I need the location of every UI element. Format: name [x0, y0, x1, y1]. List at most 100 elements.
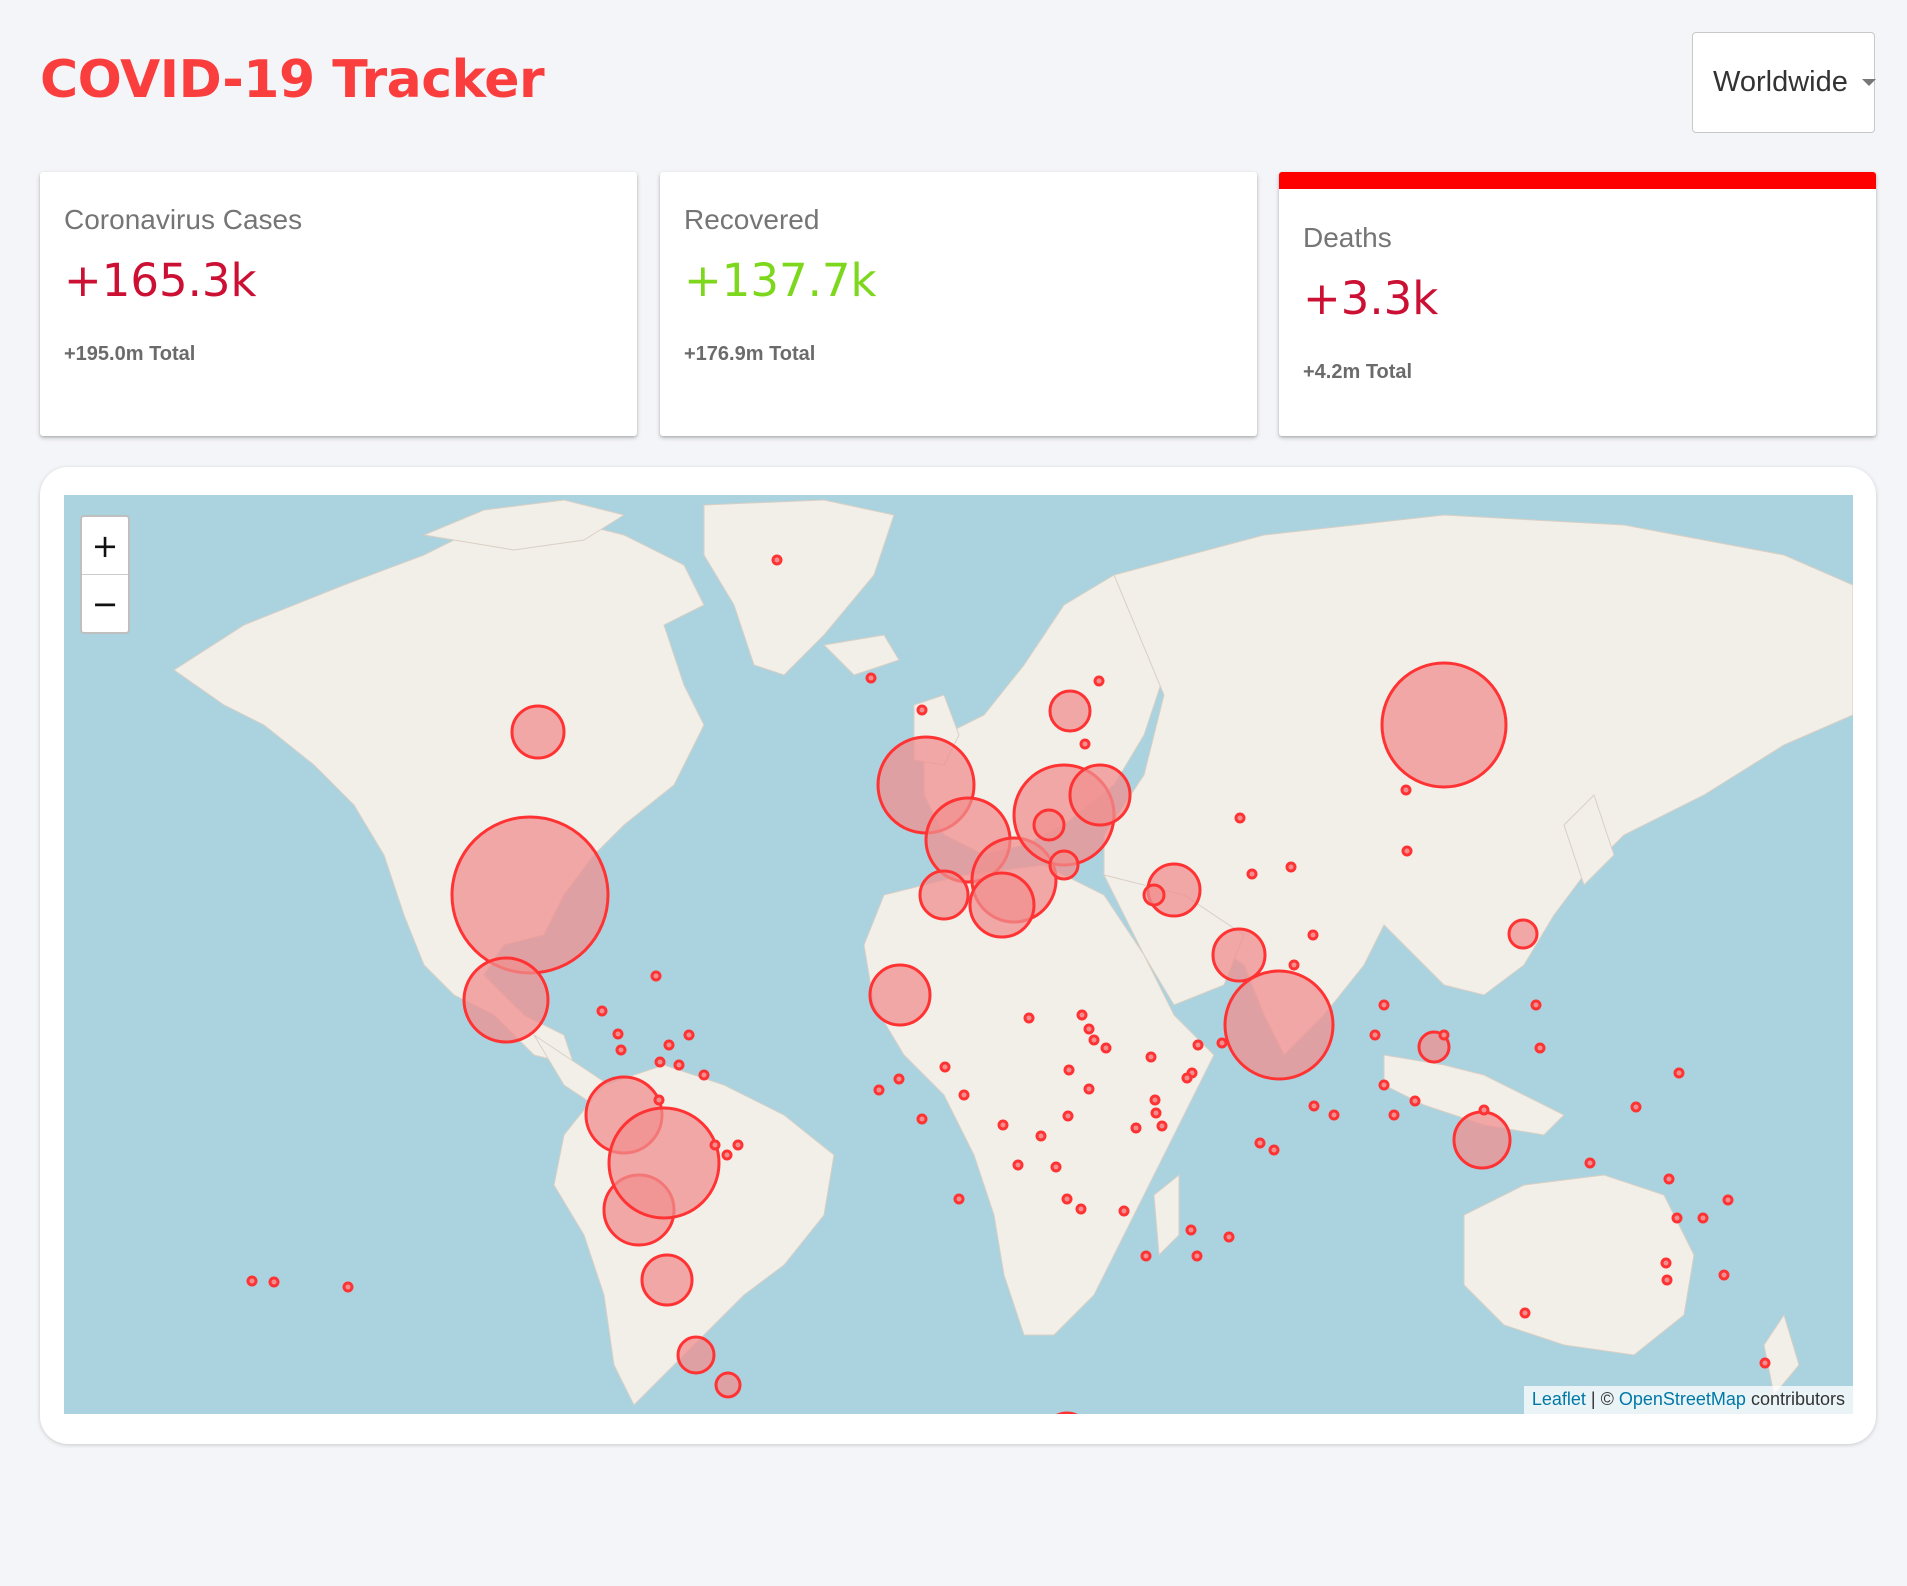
case-dot[interactable]	[1438, 1029, 1450, 1041]
case-dot[interactable]	[1308, 1100, 1320, 1112]
case-dot[interactable]	[1584, 1157, 1596, 1169]
case-dot[interactable]	[1076, 1009, 1088, 1021]
case-dot[interactable]	[1307, 929, 1319, 941]
case-dot[interactable]	[865, 672, 877, 684]
country-select[interactable]: Worldwide	[1692, 32, 1876, 133]
case-dot[interactable]	[771, 554, 783, 566]
case-dot[interactable]	[246, 1275, 258, 1287]
case-circle[interactable]	[1452, 1110, 1512, 1170]
case-dot[interactable]	[612, 1028, 624, 1040]
case-dot[interactable]	[1388, 1109, 1400, 1121]
case-dot[interactable]	[1288, 959, 1300, 971]
case-dot[interactable]	[1063, 1064, 1075, 1076]
case-dot[interactable]	[1223, 1231, 1235, 1243]
case-dot[interactable]	[1083, 1023, 1095, 1035]
case-dot[interactable]	[953, 1193, 965, 1205]
case-circle[interactable]	[1048, 849, 1080, 881]
case-dot[interactable]	[1149, 1094, 1161, 1106]
zoom-out-button[interactable]: −	[82, 575, 128, 632]
case-dot[interactable]	[1061, 1193, 1073, 1205]
case-circle[interactable]	[462, 956, 550, 1044]
recovered-card[interactable]: Recovered +137.7k +176.9m Total	[660, 172, 1257, 436]
case-dot[interactable]	[1722, 1194, 1734, 1206]
case-circle[interactable]	[968, 871, 1036, 939]
case-dot[interactable]	[1268, 1144, 1280, 1156]
case-dot[interactable]	[1012, 1159, 1024, 1171]
case-dot[interactable]	[673, 1059, 685, 1071]
case-circle[interactable]	[1211, 927, 1267, 983]
deaths-card[interactable]: Deaths +3.3k +4.2m Total	[1279, 172, 1876, 436]
case-dot[interactable]	[615, 1044, 627, 1056]
case-dot[interactable]	[342, 1281, 354, 1293]
case-dot[interactable]	[653, 1094, 665, 1106]
case-dot[interactable]	[268, 1276, 280, 1288]
case-circle[interactable]	[918, 869, 970, 921]
case-dot[interactable]	[1660, 1257, 1672, 1269]
case-dot[interactable]	[1075, 1203, 1087, 1215]
case-dot[interactable]	[1285, 861, 1297, 873]
case-circle[interactable]	[607, 1106, 721, 1220]
case-dot[interactable]	[997, 1119, 1009, 1131]
case-dot[interactable]	[1409, 1095, 1421, 1107]
case-dot[interactable]	[1534, 1042, 1546, 1054]
case-circle[interactable]	[1068, 763, 1132, 827]
osm-link[interactable]: OpenStreetMap	[1619, 1389, 1746, 1409]
case-dot[interactable]	[1185, 1224, 1197, 1236]
case-dot[interactable]	[650, 970, 662, 982]
case-dot[interactable]	[1234, 812, 1246, 824]
case-circle[interactable]	[510, 704, 566, 760]
case-dot[interactable]	[1718, 1269, 1730, 1281]
case-dot[interactable]	[1400, 784, 1412, 796]
zoom-in-button[interactable]: +	[82, 517, 128, 575]
case-circle[interactable]	[1507, 918, 1539, 950]
case-dot[interactable]	[1661, 1274, 1673, 1286]
case-dot[interactable]	[1530, 999, 1542, 1011]
case-dot[interactable]	[1697, 1212, 1709, 1224]
case-dot[interactable]	[1192, 1039, 1204, 1051]
case-dot[interactable]	[698, 1069, 710, 1081]
case-dot[interactable]	[1118, 1205, 1130, 1217]
case-dot[interactable]	[732, 1139, 744, 1151]
case-dot[interactable]	[1759, 1357, 1771, 1369]
case-dot[interactable]	[1181, 1072, 1193, 1084]
cases-card[interactable]: Coronavirus Cases +165.3k +195.0m Total	[40, 172, 637, 436]
case-dot[interactable]	[683, 1029, 695, 1041]
case-dot[interactable]	[1369, 1029, 1381, 1041]
case-dot[interactable]	[1378, 999, 1390, 1011]
case-circle[interactable]	[1032, 808, 1066, 842]
leaflet-link[interactable]: Leaflet	[1532, 1389, 1586, 1409]
case-dot[interactable]	[1035, 1130, 1047, 1142]
case-dot[interactable]	[1083, 1083, 1095, 1095]
case-circle[interactable]	[868, 963, 932, 1027]
case-dot[interactable]	[596, 1005, 608, 1017]
case-dot[interactable]	[893, 1073, 905, 1085]
case-dot[interactable]	[1156, 1120, 1168, 1132]
case-circle[interactable]	[714, 1371, 742, 1399]
case-circle[interactable]	[1048, 689, 1092, 733]
case-dot[interactable]	[1216, 1037, 1228, 1049]
case-dot[interactable]	[1145, 1051, 1157, 1063]
case-dot[interactable]	[1100, 1042, 1112, 1054]
case-circle[interactable]	[1142, 883, 1166, 907]
case-dot[interactable]	[663, 1039, 675, 1051]
case-dot[interactable]	[1062, 1110, 1074, 1122]
case-dot[interactable]	[1630, 1101, 1642, 1113]
case-dot[interactable]	[1050, 1161, 1062, 1173]
case-dot[interactable]	[709, 1139, 721, 1151]
case-dot[interactable]	[916, 704, 928, 716]
case-dot[interactable]	[1191, 1250, 1203, 1262]
case-dot[interactable]	[1328, 1109, 1340, 1121]
case-dot[interactable]	[1079, 738, 1091, 750]
case-circle[interactable]	[676, 1335, 716, 1375]
case-dot[interactable]	[1673, 1067, 1685, 1079]
case-dot[interactable]	[1478, 1104, 1490, 1116]
case-dot[interactable]	[1150, 1107, 1162, 1119]
case-dot[interactable]	[873, 1084, 885, 1096]
case-dot[interactable]	[939, 1061, 951, 1073]
case-dot[interactable]	[1130, 1122, 1142, 1134]
case-circle[interactable]	[640, 1253, 694, 1307]
case-dot[interactable]	[654, 1056, 666, 1068]
world-map[interactable]: + − Leaflet | © OpenStreetMap contributo…	[64, 495, 1853, 1414]
case-dot[interactable]	[1671, 1212, 1683, 1224]
case-circle[interactable]	[450, 815, 610, 975]
